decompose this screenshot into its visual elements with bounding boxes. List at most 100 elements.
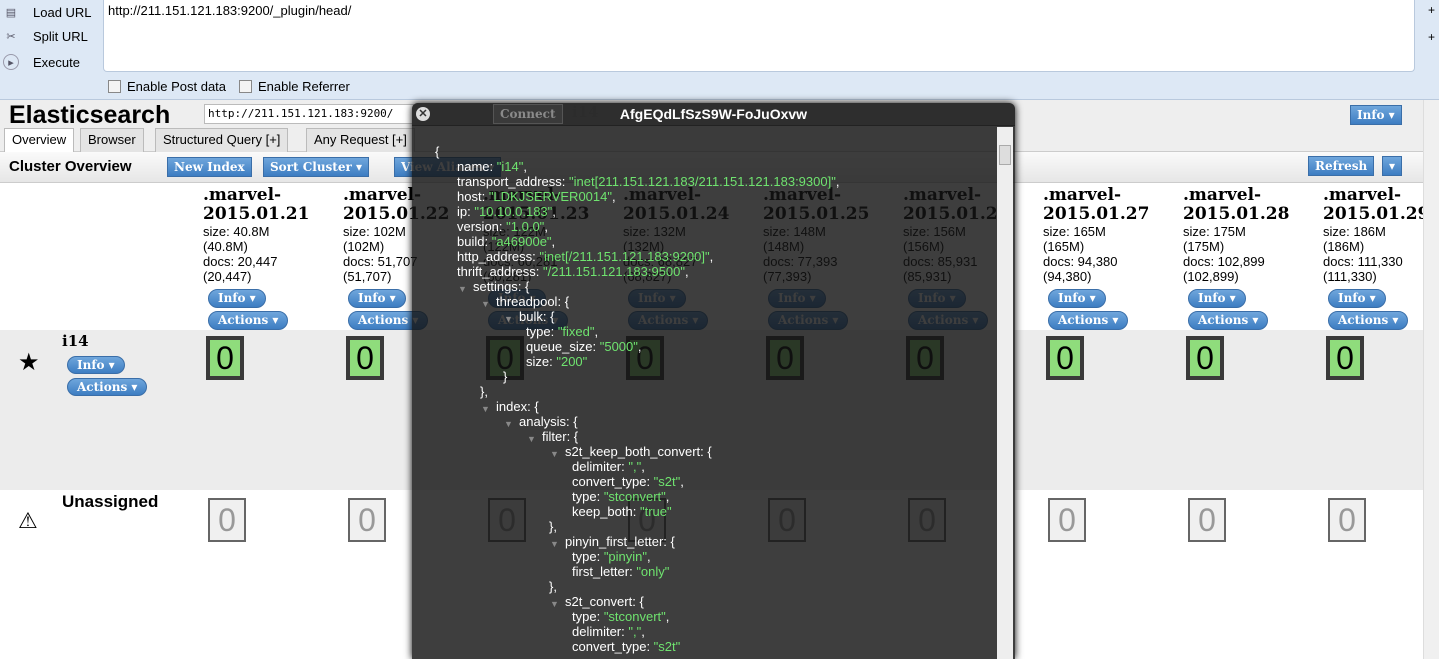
- index-info-button[interactable]: Info ▾: [348, 289, 406, 308]
- load-url-button[interactable]: ▤ Load URL: [0, 0, 100, 24]
- index-info-button[interactable]: Info ▾: [1188, 289, 1246, 308]
- node-actions-button[interactable]: Actions ▾: [67, 378, 148, 396]
- scroll-thumb[interactable]: [999, 145, 1011, 165]
- expand-plus-bottom[interactable]: +: [1428, 30, 1435, 44]
- json-comma: ,: [637, 339, 642, 354]
- cluster-overview-label: Cluster Overview: [9, 158, 132, 175]
- header-info-button[interactable]: Info ▾: [1350, 105, 1402, 125]
- shard-unassigned[interactable]: 0: [348, 498, 386, 542]
- tab-overview[interactable]: Overview: [4, 128, 75, 153]
- json-comma: ,: [544, 219, 548, 234]
- index-info-button[interactable]: Info ▾: [1328, 289, 1386, 308]
- app-title: Elasticsearch: [9, 101, 171, 129]
- url-textarea[interactable]: http://211.151.121.183:9200/_plugin/head…: [103, 0, 1415, 72]
- json-line: convert_type: "s2t": [572, 639, 681, 654]
- refresh-button[interactable]: Refresh: [1308, 156, 1375, 176]
- new-index-button[interactable]: New Index: [167, 157, 252, 177]
- index-column: .marvel- 2015.01.29 size: 186M (186M) docs: …: [1323, 186, 1439, 330]
- json-key: transport_address: [457, 174, 562, 189]
- json-line: type: "stconvert",: [572, 609, 670, 624]
- shard-unassigned[interactable]: 0: [1328, 498, 1366, 542]
- index-actions-button[interactable]: Actions ▾: [208, 311, 289, 330]
- dialog-scrollbar[interactable]: [997, 127, 1013, 659]
- index-date: 2015.01.21: [203, 204, 310, 224]
- tab-browser[interactable]: Browser: [80, 128, 144, 152]
- json-key: convert_type: [572, 474, 647, 489]
- json-key: first_letter: [572, 564, 630, 579]
- json-comma: ,: [647, 549, 651, 564]
- sort-cluster-button[interactable]: Sort Cluster ▾: [263, 157, 370, 177]
- json-comma: ,: [835, 174, 840, 189]
- json-line: size: "200": [526, 354, 588, 369]
- index-date: 2015.01.27: [1043, 204, 1150, 224]
- json-brace: {: [435, 144, 440, 159]
- index-size2: (165M): [1043, 239, 1085, 254]
- json-comma: ,: [709, 249, 714, 264]
- shard-unassigned[interactable]: 0: [1188, 498, 1226, 542]
- warning-icon: ⚠: [18, 508, 38, 533]
- json-line: build: "a46900e",: [457, 234, 556, 249]
- tab-structured-query[interactable]: Structured Query [+]: [155, 128, 289, 152]
- shard-started[interactable]: 0: [346, 336, 384, 380]
- json-line: type: "stconvert",: [572, 489, 670, 504]
- index-column: .marvel- 2015.01.27 size: 165M (165M) docs: …: [1043, 186, 1178, 330]
- json-key: index: [496, 399, 528, 414]
- tab-any-request[interactable]: Any Request [+]: [306, 128, 415, 152]
- index-size: size: 175M: [1183, 224, 1246, 239]
- json-line: http_address: "inet[/211.151.121.183:920…: [457, 249, 714, 264]
- json-key: ip: [457, 204, 468, 219]
- json-value: "/211.151.121.183:9500": [543, 264, 686, 279]
- enable-referrer-checkbox[interactable]: Enable Referrer: [239, 79, 350, 94]
- json-value: "pinyin": [603, 549, 648, 564]
- index-info-button[interactable]: Info ▾: [208, 289, 266, 308]
- split-url-label: Split URL: [33, 28, 88, 44]
- index-actions-button[interactable]: Actions ▾: [1328, 311, 1409, 330]
- scissors-icon: ✂: [6, 30, 16, 43]
- node-info-button[interactable]: Info ▾: [67, 356, 125, 374]
- shard-started[interactable]: 0: [1186, 336, 1224, 380]
- checkbox-icon: [239, 80, 252, 93]
- json-key: build: [457, 234, 485, 249]
- json-value: "1.0.0": [506, 219, 545, 234]
- index-actions-button[interactable]: Actions ▾: [1188, 311, 1269, 330]
- json-line: version: "1.0.0",: [457, 219, 548, 234]
- index-size2: (40.8M): [203, 239, 248, 254]
- json-line: ▼ filter: {: [412, 429, 997, 444]
- json-comma: ,: [523, 159, 527, 174]
- execute-button[interactable]: ▸ Execute: [0, 50, 100, 74]
- json-value: "s2t": [653, 474, 681, 489]
- master-star-icon: ★: [18, 349, 40, 376]
- close-icon[interactable]: ✕: [416, 107, 430, 121]
- cluster-url-input[interactable]: http://211.151.121.183:9200/: [204, 104, 414, 124]
- json-line: },: [412, 579, 997, 594]
- json-line: },: [412, 519, 997, 534]
- shard-started[interactable]: 0: [206, 336, 244, 380]
- connect-button[interactable]: Connect: [493, 104, 563, 124]
- shard-unassigned[interactable]: 0: [1048, 498, 1086, 542]
- json-line: ▼ analysis: {: [412, 414, 997, 429]
- json-line: delimiter: ",",: [572, 459, 645, 474]
- index-name: .marvel-: [203, 185, 282, 205]
- split-url-button[interactable]: ✂ Split URL: [0, 24, 100, 48]
- expand-plus-top[interactable]: +: [1428, 3, 1435, 17]
- index-actions-button[interactable]: Actions ▾: [1048, 311, 1129, 330]
- json-key: bulk: [519, 309, 543, 324]
- shard-started[interactable]: 0: [1326, 336, 1364, 380]
- index-info-button[interactable]: Info ▾: [1048, 289, 1106, 308]
- enable-post-checkbox[interactable]: Enable Post data: [108, 79, 226, 94]
- index-size: size: 40.8M: [203, 224, 270, 239]
- json-key: s2t_convert: [565, 594, 633, 609]
- json-line: ▼ pinyin_first_letter: {: [412, 534, 997, 549]
- hackbar-toolbar: ▤ Load URL ✂ Split URL ▸ Execute http://211…: [0, 0, 1439, 100]
- refresh-menu-button[interactable]: ▾: [1382, 156, 1403, 176]
- json-key: type: [526, 324, 551, 339]
- json-line: ▼ s2t_keep_both_convert: {: [412, 444, 997, 459]
- index-docs: docs: 102,899: [1183, 254, 1265, 269]
- page-scrollbar[interactable]: [1423, 100, 1439, 659]
- shard-unassigned[interactable]: 0: [208, 498, 246, 542]
- json-value: ",": [628, 459, 642, 474]
- shard-started[interactable]: 0: [1046, 336, 1084, 380]
- json-tree: {name: "i14", transport_address: "inet[21…: [412, 127, 997, 659]
- json-value: "10.10.0.183": [474, 204, 553, 219]
- index-name: .marvel-: [1183, 185, 1262, 205]
